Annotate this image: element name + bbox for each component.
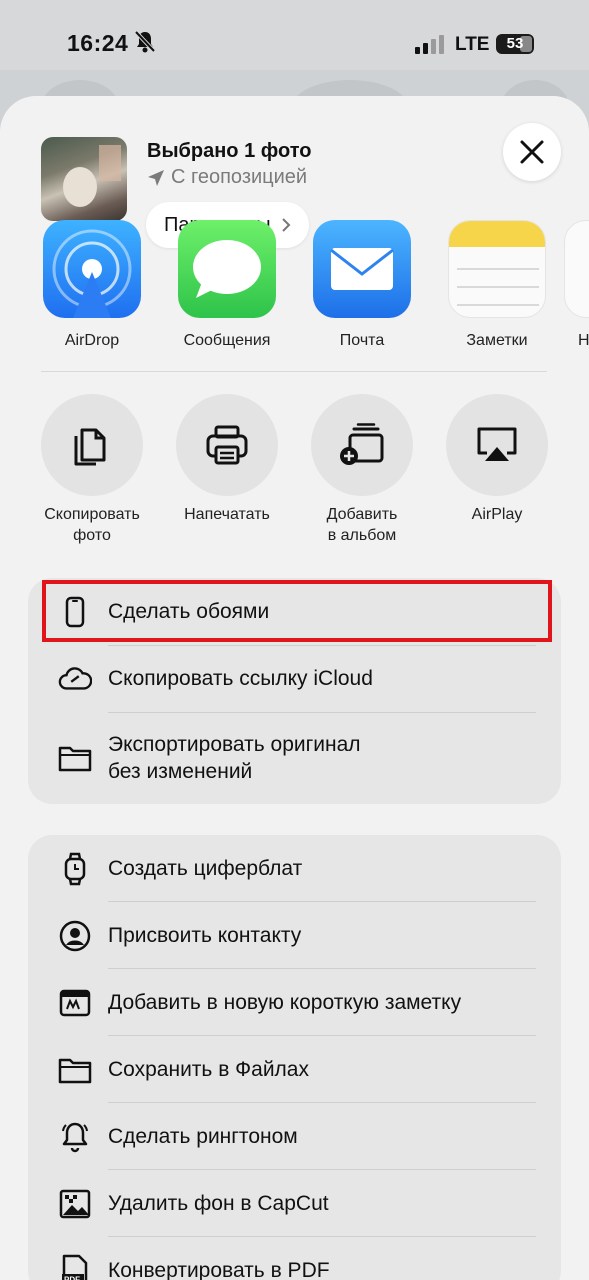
notes-icon: [448, 220, 546, 318]
list-item-copy-icloud-link[interactable]: Скопировать ссылку iCloud: [28, 645, 561, 712]
list-item-label: Конвертировать в PDF: [108, 1259, 330, 1280]
app-notes[interactable]: Заметки: [429, 220, 565, 350]
list-item-label-line: Экспортировать оригинал: [108, 733, 361, 756]
list-item-label: Создать циферблат: [108, 857, 303, 880]
action-label-line: Напечатать: [184, 506, 270, 523]
list-item-create-watch-face[interactable]: Создать циферблат: [28, 835, 561, 902]
watch-icon: [58, 852, 92, 886]
action-copy-photo[interactable]: Скопировать фото: [24, 394, 160, 546]
action-airplay[interactable]: AirPlay: [429, 394, 565, 525]
pdf-icon: PDF: [58, 1254, 92, 1280]
action-label-line: Скопировать: [44, 506, 140, 523]
icloud-link-icon: [58, 662, 92, 696]
app-label: Н: [578, 332, 589, 349]
add-album-icon: [311, 394, 413, 496]
list-item-label-line: без изменений: [108, 760, 253, 783]
action-label: Скопировать фото: [24, 504, 160, 546]
app-label: Почта: [339, 332, 385, 349]
airplay-icon: [446, 394, 548, 496]
action-label-line: в альбом: [327, 527, 397, 544]
network-type: LTE: [455, 34, 490, 55]
silent-bell-icon: [134, 30, 156, 59]
list-item-make-ringtone[interactable]: Сделать рингтоном: [28, 1103, 561, 1170]
action-list-group-2: Создать циферблат Присвоить контакту Доб…: [28, 835, 561, 1280]
image-icon: [58, 1187, 92, 1221]
action-print[interactable]: Напечатать: [159, 394, 295, 525]
app-airdrop[interactable]: AirDrop: [24, 220, 160, 350]
action-label-line: Добавить: [326, 506, 398, 523]
action-label: Добавить в альбом: [294, 504, 430, 546]
list-item-label: Экспортировать оригинал без изменений: [108, 731, 361, 785]
contact-icon: [58, 919, 92, 953]
divider: [108, 712, 536, 713]
app-row: AirDrop Сообщения Почта Заметки Н: [0, 220, 589, 370]
airdrop-icon: [43, 220, 141, 318]
app-label: Заметки: [466, 332, 528, 349]
location-arrow-icon: [148, 169, 164, 186]
signal-icon: [415, 34, 445, 59]
list-item-convert-pdf[interactable]: PDF Конвертировать в PDF: [28, 1237, 561, 1280]
list-item-label: Скопировать ссылку iCloud: [108, 667, 373, 690]
list-item-export-original[interactable]: Экспортировать оригинал без изменений: [28, 712, 561, 804]
svg-text:PDF: PDF: [64, 1275, 80, 1280]
app-label: Сообщения: [183, 332, 271, 349]
app-mail[interactable]: Почта: [294, 220, 430, 350]
copy-icon: [41, 394, 143, 496]
printer-icon: [176, 394, 278, 496]
quick-note-icon: [58, 986, 92, 1020]
action-label-line: фото: [73, 527, 111, 544]
share-subtitle: С геопозицией: [147, 166, 307, 189]
list-item-save-to-files[interactable]: Сохранить в Файлах: [28, 1036, 561, 1103]
divider: [41, 371, 547, 372]
messages-icon: [178, 220, 276, 318]
action-label: Напечатать: [159, 504, 295, 525]
action-label-line: AirPlay: [471, 506, 523, 523]
list-item-label: Присвоить контакту: [108, 924, 302, 947]
highlight-box: [42, 580, 552, 642]
bell-icon: [58, 1120, 92, 1154]
list-item-remove-bg-capcut[interactable]: Удалить фон в CapCut: [28, 1170, 561, 1237]
status-bar: 16:24 LTE 53: [0, 0, 589, 90]
status-time: 16:24: [67, 30, 129, 56]
mail-icon: [313, 220, 411, 318]
battery-level: 53: [506, 35, 524, 52]
list-item-assign-contact[interactable]: Присвоить контакту: [28, 902, 561, 969]
app-label: AirDrop: [64, 332, 120, 349]
app-partial[interactable]: Н: [564, 220, 589, 350]
action-add-to-album[interactable]: Добавить в альбом: [294, 394, 430, 546]
list-item-label: Сохранить в Файлах: [108, 1058, 309, 1081]
list-item-label: Добавить в новую короткую заметку: [108, 991, 462, 1014]
close-button[interactable]: [503, 123, 561, 181]
battery-icon: 53: [496, 34, 534, 54]
share-subtitle-text: С геопозицией: [171, 166, 308, 188]
app-icon: [564, 220, 589, 318]
share-title: Выбрано 1 фото: [147, 140, 312, 162]
folder-icon: [58, 741, 92, 775]
action-label: AirPlay: [429, 504, 565, 525]
close-icon: [520, 140, 544, 164]
list-item-label: Удалить фон в CapCut: [108, 1192, 329, 1215]
list-item-label: Сделать рингтоном: [108, 1125, 298, 1148]
app-messages[interactable]: Сообщения: [159, 220, 295, 350]
folder-icon: [58, 1053, 92, 1087]
photo-thumbnail: [41, 137, 127, 221]
share-sheet: Выбрано 1 фото С геопозицией Параметры: [0, 96, 589, 1280]
divider: [108, 645, 536, 646]
list-item-add-quick-note[interactable]: Добавить в новую короткую заметку: [28, 969, 561, 1036]
